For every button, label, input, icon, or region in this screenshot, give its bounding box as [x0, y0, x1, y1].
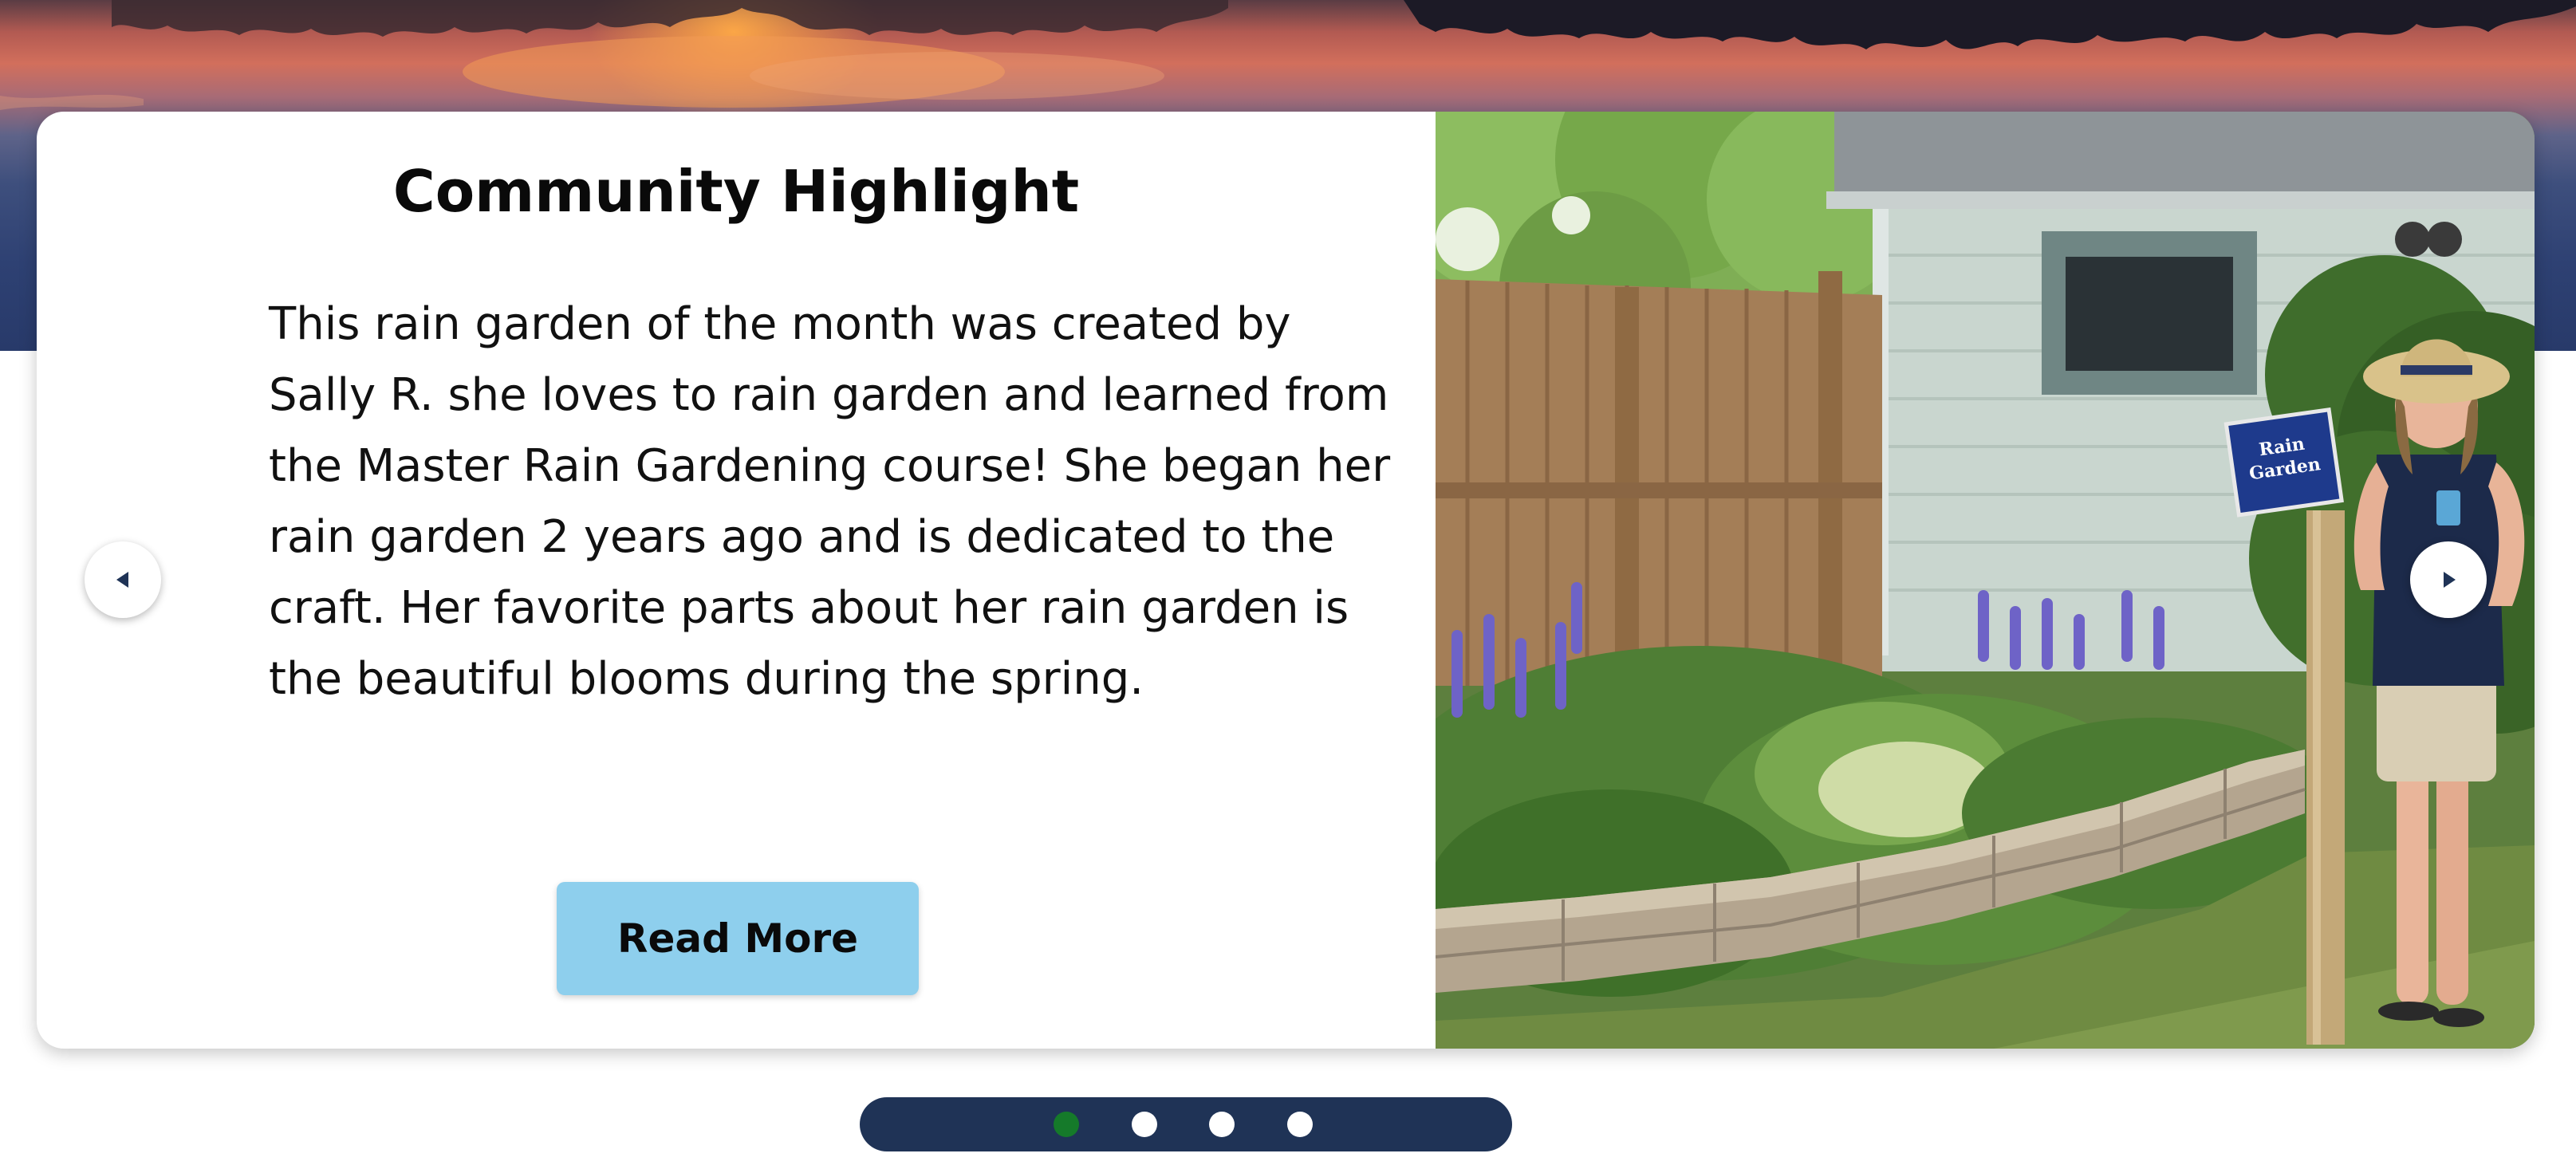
caret-left-icon: [116, 572, 128, 588]
highlight-title: Community Highlight: [392, 158, 1080, 225]
carousel-pagination: [860, 1097, 1512, 1151]
rain-garden-photo: Rain Garden: [1436, 112, 2535, 1049]
previous-slide-button[interactable]: [85, 541, 161, 618]
page: Community Highlight This rain garden of …: [0, 0, 2576, 1173]
highlight-text-panel: Community Highlight This rain garden of …: [37, 112, 1436, 1049]
highlight-card: Community Highlight This rain garden of …: [37, 112, 2535, 1049]
slide-dot-2[interactable]: [1132, 1112, 1157, 1137]
read-more-button[interactable]: Read More: [557, 882, 919, 995]
next-slide-button[interactable]: [2410, 541, 2487, 618]
slide-dot-1[interactable]: [1054, 1112, 1079, 1137]
caret-right-icon: [2444, 572, 2456, 588]
slide-dot-4[interactable]: [1287, 1112, 1313, 1137]
slide-dot-3[interactable]: [1209, 1112, 1235, 1137]
highlight-description: This rain garden of the month was create…: [269, 298, 1391, 705]
